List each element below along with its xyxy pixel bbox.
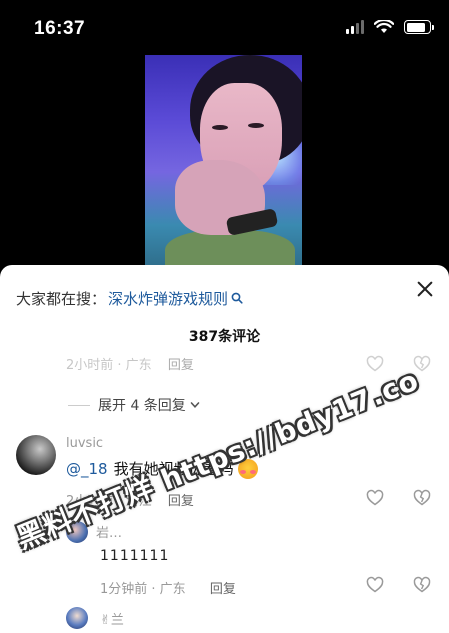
signal-icon (346, 20, 364, 34)
like-icon[interactable] (366, 576, 384, 594)
reply-avatar[interactable] (66, 607, 88, 629)
status-bar: 16:37 (0, 0, 449, 56)
wifi-icon (374, 20, 394, 33)
search-prefix: 大家都在搜： (16, 289, 107, 308)
chevron-down-icon (190, 402, 200, 408)
reply-text: 1111111 (100, 548, 170, 564)
prev-comment-meta: 2小时前 · 广东 回复 (66, 354, 194, 373)
comment-username[interactable]: luvsic (66, 436, 103, 451)
close-icon[interactable] (415, 279, 435, 299)
reply-meta: 1分钟前 · 广东 回复 (100, 578, 236, 597)
divider (68, 404, 90, 406)
expand-replies-label: 展开 4 条回复 (98, 398, 186, 414)
reply-username[interactable]: ✌兰 (100, 609, 124, 628)
comment-count: 387条评论 (188, 329, 261, 345)
dislike-icon[interactable] (413, 355, 431, 373)
status-time: 16:37 (34, 18, 86, 39)
expand-replies-button[interactable]: 展开 4 条回复 (68, 395, 200, 415)
reply-button[interactable]: 回复 (210, 582, 236, 597)
mention-link[interactable]: @_18 (66, 460, 108, 478)
reply-button[interactable]: 回复 (168, 358, 194, 373)
search-icon (231, 292, 243, 304)
search-suggestion[interactable]: 大家都在搜： 深水炸弹游戏规则 (16, 287, 433, 309)
dislike-icon[interactable] (413, 489, 431, 507)
status-icons (346, 20, 434, 34)
reply-time: 1分钟前 · 广东 (100, 582, 186, 597)
prev-comment-time: 2小时前 · 广东 (66, 358, 152, 373)
search-query-link[interactable]: 深水炸弹游戏规则 (108, 288, 228, 309)
video-player[interactable] (145, 55, 302, 268)
dislike-icon[interactable] (413, 576, 431, 594)
battery-icon (404, 20, 434, 34)
avatar[interactable] (16, 435, 56, 475)
like-icon[interactable] (366, 489, 384, 507)
